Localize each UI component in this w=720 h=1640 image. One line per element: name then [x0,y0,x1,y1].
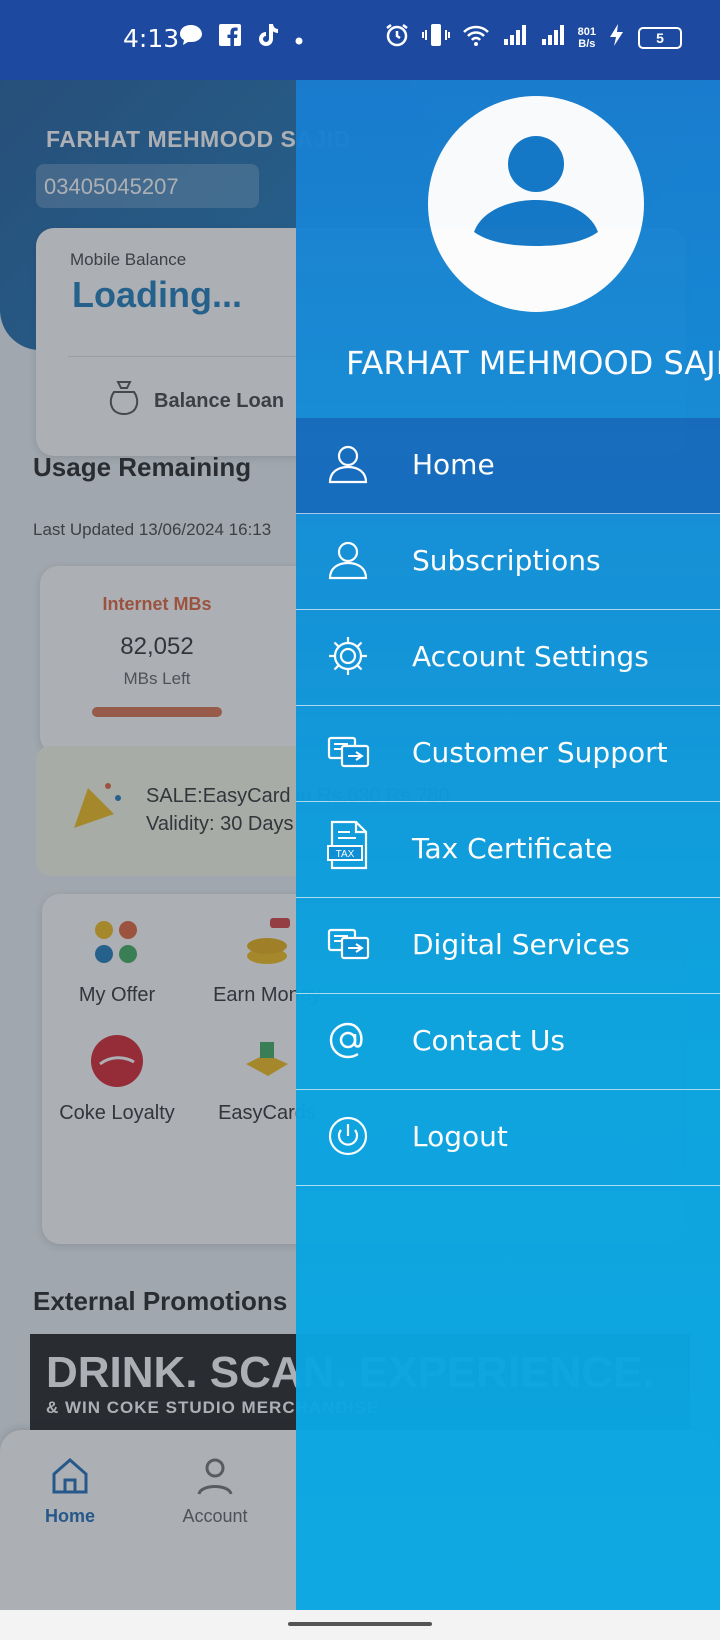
alarm-icon [384,22,410,54]
net-speed-value: 801 [577,26,596,38]
menu-item-home[interactable]: Home [296,418,720,514]
drawer-menu: Home Subscriptions Account Settings Cust… [296,418,720,1186]
vibrate-icon [421,22,450,54]
battery-indicator: 5 [638,27,682,49]
menu-item-label: Account Settings [412,640,649,673]
user-icon [326,442,370,486]
net-speed-unit: B/s [578,38,596,50]
tax-document-icon: TAX [326,820,370,870]
menu-item-customer-support[interactable]: Customer Support [296,706,720,802]
gear-icon [326,634,370,678]
signal-icon-2 [540,23,566,53]
gesture-navigation-bar [0,1610,720,1640]
power-icon [326,1114,370,1158]
net-speed: 801 B/s [578,26,596,50]
menu-item-label: Home [412,448,495,481]
menu-item-contact-us[interactable]: Contact Us [296,994,720,1090]
menu-item-label: Customer Support [412,736,668,769]
notification-icons [178,22,304,55]
menu-item-label: Digital Services [412,928,630,961]
menu-item-label: Logout [412,1120,508,1153]
drawer-header: FARHAT MEHMOOD SAJID [296,80,720,418]
menu-item-digital-services[interactable]: Digital Services [296,898,720,994]
chat-bubble-icon [178,23,204,54]
menu-item-label: Contact Us [412,1024,565,1057]
navigation-drawer: FARHAT MEHMOOD SAJID Home Subscriptions … [296,80,720,1610]
system-icons: 801 B/s 5 [384,22,682,54]
drawer-user-name: FARHAT MEHMOOD SAJID [346,344,720,382]
status-bar: 4:13 801 B/s 5 [0,0,720,80]
avatar-icon [474,136,598,246]
menu-item-account-settings[interactable]: Account Settings [296,610,720,706]
menu-item-tax-certificate[interactable]: TAX Tax Certificate [296,802,720,898]
signal-icon-1 [502,23,528,53]
digital-services-icon [326,922,370,966]
support-icon [326,730,370,774]
home-gesture-handle[interactable] [288,1622,432,1626]
tiktok-icon [256,22,280,55]
wifi-icon [462,23,490,53]
facebook-icon [218,23,242,54]
svg-text:TAX: TAX [336,849,355,860]
dot-icon [294,25,304,53]
menu-item-logout[interactable]: Logout [296,1090,720,1186]
user-icon [326,538,370,582]
menu-item-label: Tax Certificate [412,832,613,865]
status-time: 4:13 [123,24,180,53]
charging-icon [608,23,626,53]
at-sign-icon [326,1018,370,1062]
menu-item-subscriptions[interactable]: Subscriptions [296,514,720,610]
profile-avatar[interactable] [428,96,644,312]
menu-item-label: Subscriptions [412,544,601,577]
